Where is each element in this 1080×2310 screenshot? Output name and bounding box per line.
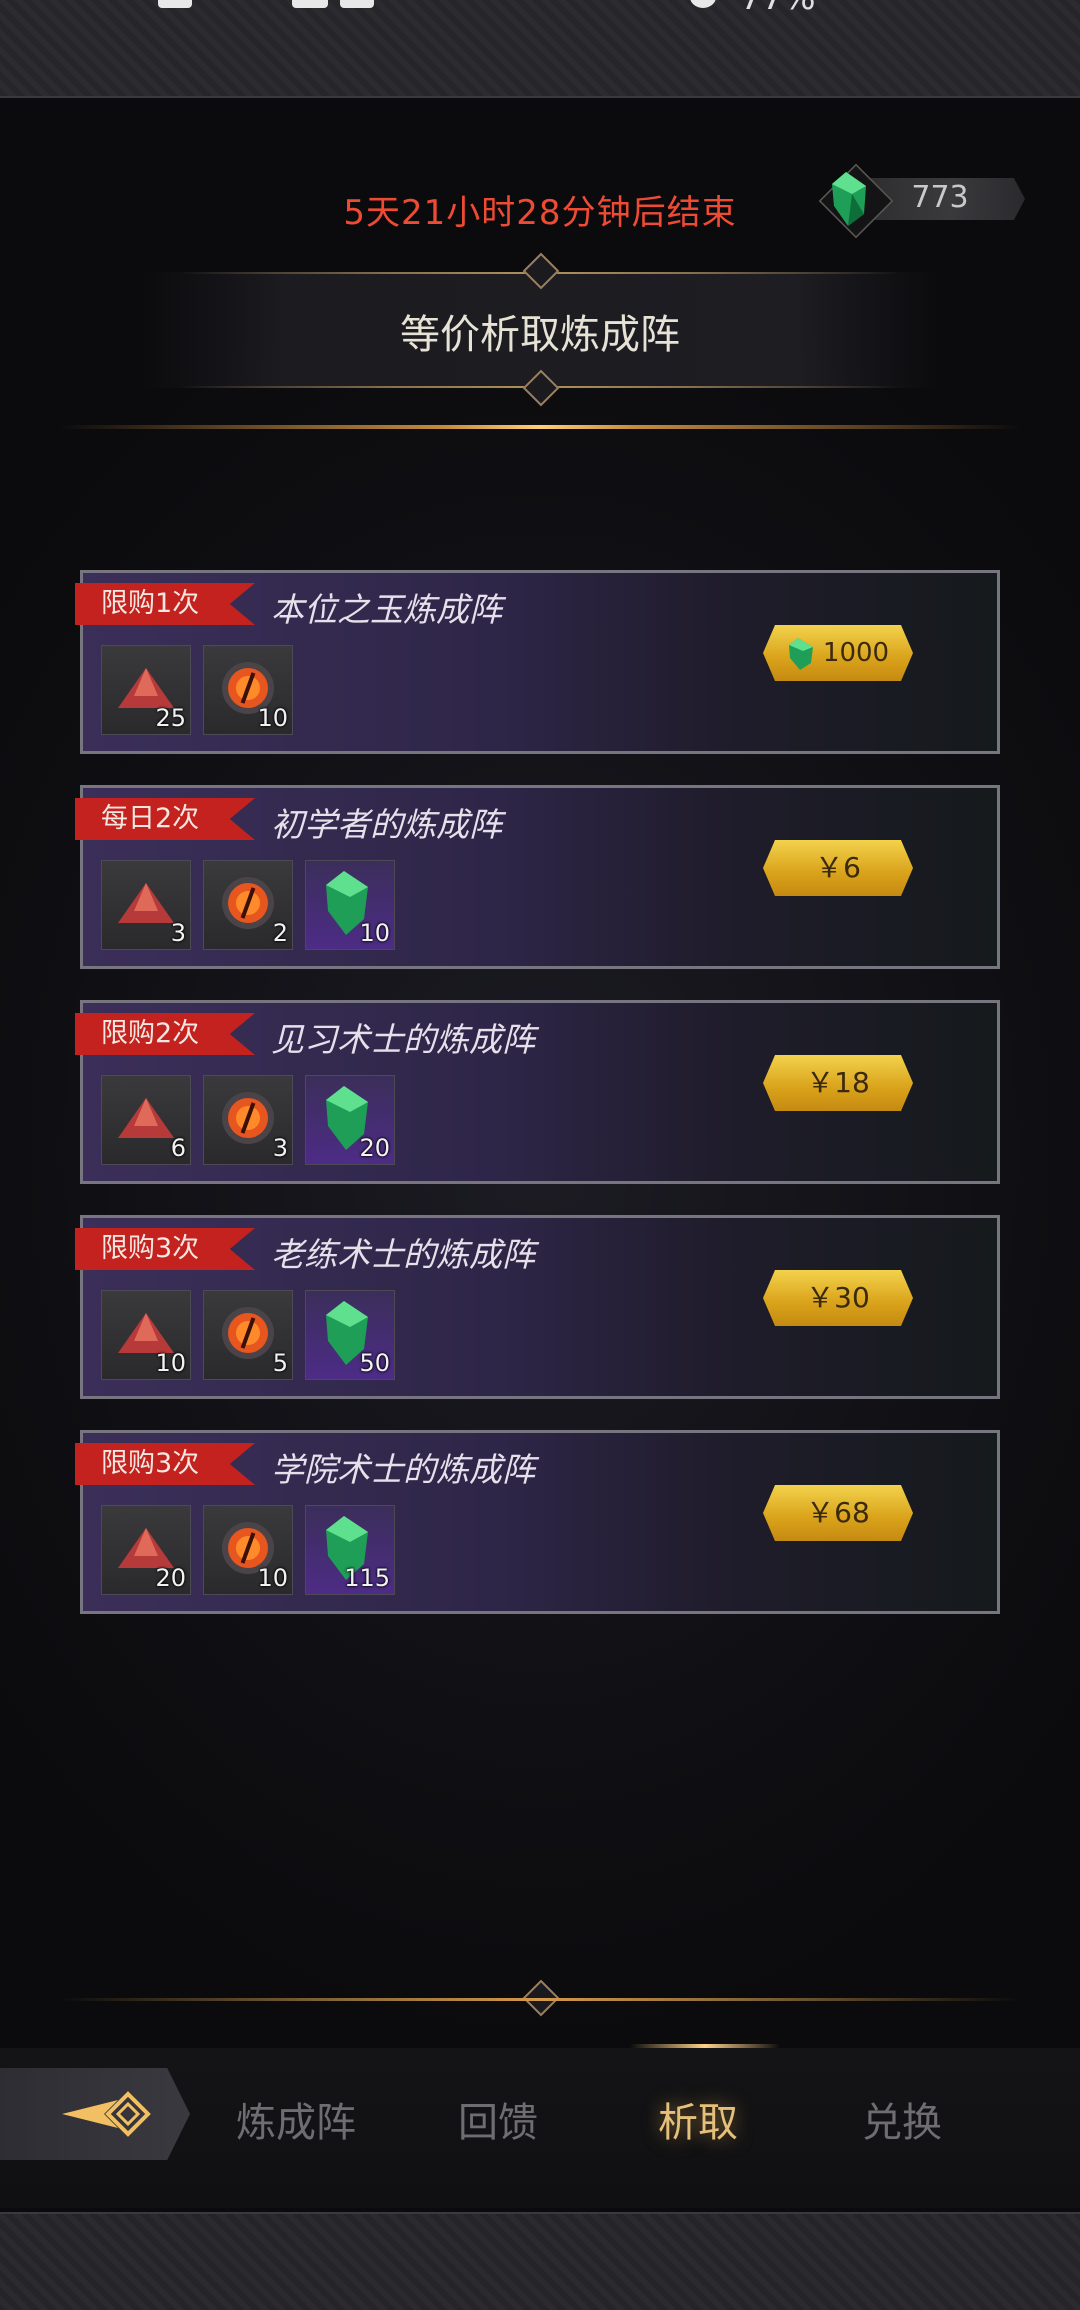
back-button[interactable]: [0, 2068, 190, 2160]
offer-name: 初学者的炼成阵: [271, 805, 502, 844]
reward-item[interactable]: 3: [101, 860, 191, 950]
reward-item[interactable]: 10: [203, 1505, 293, 1595]
reward-item[interactable]: 115: [305, 1505, 395, 1595]
offer-name: 见习术士的炼成阵: [271, 1020, 535, 1059]
buy-button[interactable]: ￥68: [763, 1485, 913, 1541]
buy-button[interactable]: ￥18: [763, 1055, 913, 1111]
battery-percent: 77%: [740, 0, 816, 18]
reward-item[interactable]: 3: [203, 1075, 293, 1165]
buy-button[interactable]: ￥30: [763, 1270, 913, 1326]
green-gem-icon: [832, 172, 866, 226]
event-timer: 5天21小时28分钟后结束: [343, 193, 737, 233]
reward-item[interactable]: 6: [101, 1075, 191, 1165]
active-tab-marker: [630, 2044, 780, 2048]
item-count: 10: [257, 1564, 288, 1592]
price-label: ￥6: [815, 851, 861, 884]
item-count: 3: [272, 1134, 288, 1162]
item-count: 115: [344, 1564, 390, 1592]
item-count: 10: [155, 1349, 186, 1377]
item-count: 20: [155, 1564, 186, 1592]
tab-extract[interactable]: 析取: [618, 2090, 778, 2148]
offer-card: 限购2次 见习术士的炼成阵 6 3 20 ￥18: [75, 1000, 1000, 1184]
offer-name: 学院术士的炼成阵: [271, 1450, 535, 1489]
currency-amount: 773: [911, 180, 969, 215]
notification-icon: [690, 0, 716, 8]
item-count: 20: [359, 1134, 390, 1162]
reward-item[interactable]: 2: [203, 860, 293, 950]
store-page: 77% 5天21小时28分钟后结束 773 等价析取炼成阵 限购1次 本位之玉炼…: [0, 0, 1080, 2310]
reward-item[interactable]: 50: [305, 1290, 395, 1380]
tab-rewards[interactable]: 回馈: [418, 2090, 578, 2148]
item-count: 10: [257, 704, 288, 732]
tab-exchange[interactable]: 兑换: [822, 2090, 982, 2148]
item-count: 50: [359, 1349, 390, 1377]
tab-alchemy-array[interactable]: 炼成阵: [216, 2090, 376, 2148]
price-label: 1000: [822, 638, 890, 668]
offer-card: 限购1次 本位之玉炼成阵 25 10 1000: [75, 570, 1000, 754]
buy-button[interactable]: 1000: [763, 625, 913, 681]
price-label: ￥30: [806, 1281, 870, 1314]
reward-item[interactable]: 10: [305, 860, 395, 950]
purchase-limit-tag: 限购3次: [75, 1228, 255, 1270]
diamond-arrow-back-icon: [62, 2091, 151, 2137]
battery-saver-icon: [340, 0, 374, 8]
reward-item[interactable]: 5: [203, 1290, 293, 1380]
offer-card: 每日2次 初学者的炼成阵 3 2 10 ￥6: [75, 785, 1000, 969]
purchase-limit-tag: 限购2次: [75, 1013, 255, 1055]
reward-item[interactable]: 25: [101, 645, 191, 735]
price-label: ￥68: [806, 1496, 870, 1529]
offer-card: 限购3次 老练术士的炼成阵 10 5 50 ￥30: [75, 1215, 1000, 1399]
reward-item[interactable]: 10: [101, 1290, 191, 1380]
purchase-limit-tag: 限购3次: [75, 1443, 255, 1485]
footer-decoration: [0, 2212, 1080, 2310]
offer-name: 本位之玉炼成阵: [271, 590, 502, 629]
buy-button[interactable]: ￥6: [763, 840, 913, 896]
nav-divider: [60, 1998, 1020, 2001]
item-count: 3: [170, 919, 186, 947]
page-title: 等价析取炼成阵: [400, 312, 680, 358]
price-label: ￥18: [806, 1066, 870, 1099]
offer-card: 限购3次 学院术士的炼成阵 20 10 115 ￥68: [75, 1430, 1000, 1614]
item-count: 10: [359, 919, 390, 947]
signal-icon: [292, 0, 328, 8]
reward-item[interactable]: 20: [101, 1505, 191, 1595]
offer-name: 老练术士的炼成阵: [271, 1235, 535, 1274]
reward-item[interactable]: 10: [203, 645, 293, 735]
reward-item[interactable]: 20: [305, 1075, 395, 1165]
item-count: 5: [272, 1349, 288, 1377]
purchase-limit-tag: 每日2次: [75, 798, 255, 840]
item-count: 6: [170, 1134, 186, 1162]
title-glow-divider: [60, 425, 1020, 429]
status-icon: [158, 0, 192, 8]
item-count: 2: [272, 919, 288, 947]
item-count: 25: [155, 704, 186, 732]
status-bar: 77%: [0, 0, 1080, 98]
purchase-limit-tag: 限购1次: [75, 583, 255, 625]
